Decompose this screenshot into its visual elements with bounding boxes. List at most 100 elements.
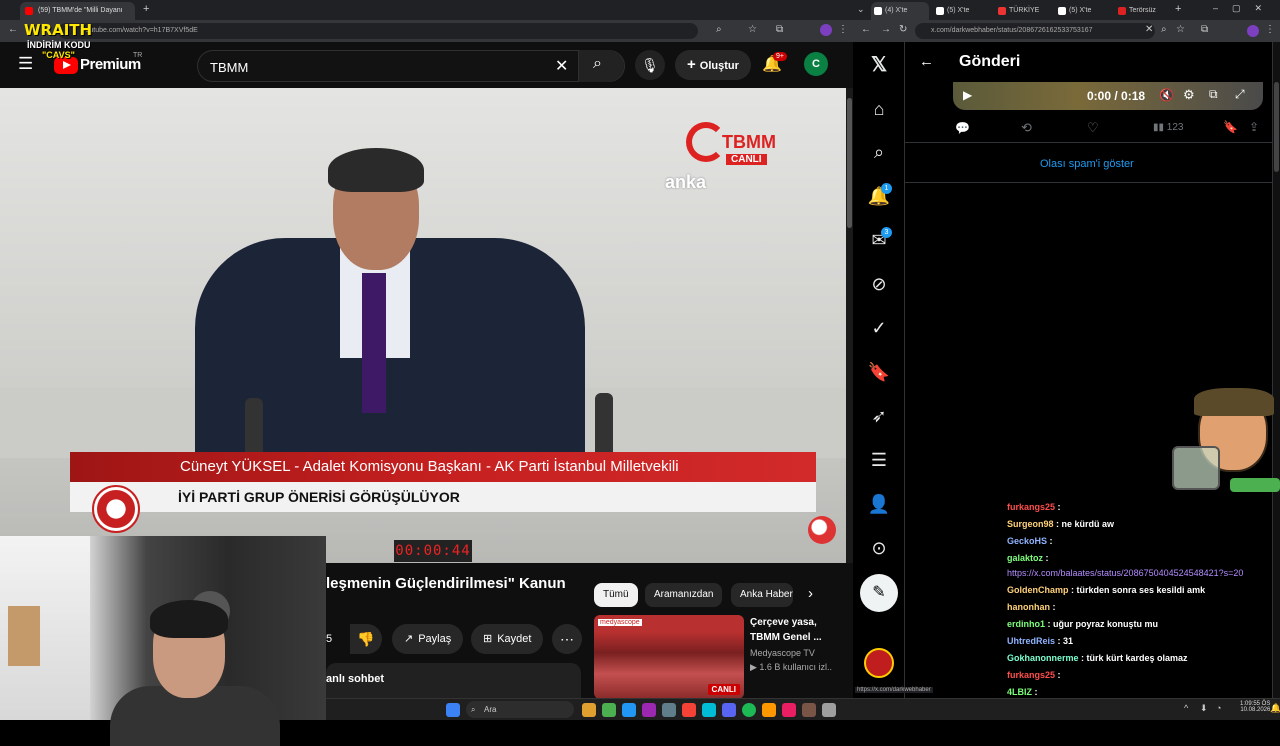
- tab-list-icon[interactable]: ⌄: [857, 4, 865, 15]
- tab-turkiye[interactable]: TÜRKİYE: [995, 2, 1051, 20]
- recommended-thumbnail[interactable]: medyascope CANLI: [594, 615, 744, 699]
- zoom-icon-right[interactable]: ⌕: [1161, 24, 1167, 35]
- clock[interactable]: 1:09:55 ÖS 10.08.2026: [1240, 701, 1270, 713]
- chrome-icon[interactable]: [602, 703, 616, 717]
- repost-icon[interactable]: ⟲: [1021, 120, 1032, 136]
- reload-icon[interactable]: ↻: [899, 24, 907, 35]
- chip-all[interactable]: Tümü: [594, 583, 638, 607]
- tab-terorsuz[interactable]: Terörsüz: [1115, 2, 1171, 20]
- fullscreen-icon[interactable]: ⤢: [1235, 87, 1245, 102]
- chat-link[interactable]: https://x.com/balaates/status/2086750404…: [1007, 568, 1243, 578]
- views-stat[interactable]: ▮▮ 123: [1153, 122, 1183, 133]
- settings-gear-icon[interactable]: ⚙: [1183, 87, 1195, 103]
- back-arrow-icon[interactable]: ←: [919, 53, 934, 70]
- jobs-rocket-icon[interactable]: ➶: [866, 403, 892, 429]
- zoom-icon[interactable]: ⌕: [716, 24, 722, 35]
- taskbar-app-4-icon[interactable]: [642, 703, 656, 717]
- search-input[interactable]: TBMM: [210, 60, 248, 75]
- extensions-icon-right[interactable]: ⧉: [1201, 24, 1208, 35]
- window-controls[interactable]: –▢✕: [1213, 3, 1276, 14]
- chip-from-search[interactable]: Aramanızdan: [645, 583, 723, 607]
- tab-x-1[interactable]: (4) X'te: [871, 2, 929, 20]
- back-icon[interactable]: ←: [8, 24, 18, 35]
- create-button[interactable]: + Oluştur: [675, 50, 751, 80]
- obs-icon[interactable]: [822, 703, 836, 717]
- pip-icon[interactable]: ⧉: [1209, 87, 1218, 102]
- lists-icon[interactable]: ☰: [866, 447, 892, 473]
- discord-icon[interactable]: [722, 703, 736, 717]
- like-heart-icon[interactable]: ♡: [1087, 120, 1099, 136]
- home-icon[interactable]: ⌂: [866, 96, 892, 122]
- menu-icon[interactable]: ⋮: [838, 24, 848, 35]
- rec-title-line2[interactable]: TBMM Genel ...: [750, 632, 822, 643]
- url-field-right[interactable]: x.com/darkwebhaber/status/20867261625337…: [915, 23, 1155, 39]
- mute-icon[interactable]: 🔇: [1159, 88, 1174, 102]
- bookmark-star-icon-right[interactable]: ☆: [1176, 24, 1185, 35]
- like-count[interactable]: 5: [326, 633, 332, 645]
- right-scrollbar[interactable]: [1273, 42, 1280, 698]
- search-box[interactable]: TBMM ✕ ⌕: [197, 50, 625, 82]
- play-icon[interactable]: ▶: [963, 88, 972, 102]
- taskbar-app-6-icon[interactable]: [682, 703, 696, 717]
- account-avatar[interactable]: C: [804, 52, 828, 76]
- save-button[interactable]: ⊞ Kaydet: [471, 624, 544, 654]
- tray-chevron-icon[interactable]: ^: [1184, 703, 1188, 713]
- grok-icon[interactable]: ⊘: [866, 271, 892, 297]
- dislike-icon[interactable]: 👎: [350, 624, 382, 654]
- profile-avatar-right[interactable]: [1247, 25, 1259, 37]
- explore-icon[interactable]: ⌕: [866, 139, 892, 165]
- x-logo-icon[interactable]: 𝕏: [866, 52, 892, 78]
- premium-logo-text[interactable]: Premium: [80, 56, 141, 73]
- more-icon[interactable]: ⊙: [866, 535, 892, 561]
- taskbar-app-7-icon[interactable]: [702, 703, 716, 717]
- search-button[interactable]: ⌕: [578, 50, 624, 82]
- clear-search-icon[interactable]: ✕: [555, 56, 568, 76]
- rec-channel[interactable]: Medyascope TV: [750, 648, 815, 658]
- new-tab-button-right[interactable]: +: [1175, 3, 1181, 15]
- tab-youtube[interactable]: (59) TBMM'de "Milli Dayanı: [20, 2, 135, 20]
- profile-avatar[interactable]: [820, 24, 832, 36]
- taskbar-app-10-icon[interactable]: [762, 703, 776, 717]
- edge-icon[interactable]: [622, 703, 636, 717]
- back-icon-right[interactable]: ←: [861, 24, 871, 35]
- start-icon[interactable]: [446, 703, 460, 717]
- notifications-center-icon[interactable]: 🔔: [1270, 703, 1280, 714]
- video-player[interactable]: TBMM CANLI anka Cüneyt YÜKSEL - Adalet K…: [0, 88, 846, 563]
- share-button[interactable]: ↗ Paylaş: [392, 624, 464, 654]
- bookmarks-icon[interactable]: 🔖: [866, 359, 892, 385]
- tab-x-3[interactable]: (5) X'te: [1055, 2, 1111, 20]
- taskbar-app-5-icon[interactable]: [662, 703, 676, 717]
- chip-anka-haber[interactable]: Anka Haber: [731, 583, 793, 607]
- verified-icon[interactable]: ✓: [866, 315, 892, 341]
- clear-url-icon[interactable]: ✕: [1145, 24, 1153, 35]
- taskbar-app-11-icon[interactable]: [782, 703, 796, 717]
- url-field[interactable]: youtube.com/watch?v=h17B7XVf5dE: [58, 23, 698, 39]
- scrollbar-thumb[interactable]: [847, 98, 852, 228]
- tray-app-icon[interactable]: ⬇: [1200, 703, 1208, 714]
- menu-icon-right[interactable]: ⋮: [1265, 24, 1275, 35]
- hamburger-menu-icon[interactable]: ☰: [18, 54, 33, 74]
- compose-post-button[interactable]: ✎: [860, 574, 898, 612]
- forward-icon[interactable]: →: [881, 24, 891, 35]
- embedded-video[interactable]: ▶ 0:00 / 0:18 🔇 ⚙ ⧉ ⤢: [953, 82, 1263, 110]
- voice-search-icon[interactable]: 🎙: [635, 50, 665, 80]
- right-scrollbar-thumb[interactable]: [1274, 82, 1279, 172]
- share-icon-x[interactable]: ⇪: [1249, 120, 1259, 134]
- user-avatar[interactable]: [864, 648, 894, 678]
- taskbar-search[interactable]: ⌕ Ara: [466, 701, 574, 718]
- new-tab-button[interactable]: +: [143, 3, 149, 15]
- bookmark-star-icon[interactable]: ☆: [748, 24, 757, 35]
- show-spam-link[interactable]: Olası spam'i göster: [1040, 158, 1134, 170]
- taskbar-app-1-icon[interactable]: [582, 703, 596, 717]
- more-actions-icon[interactable]: ⋯: [552, 624, 582, 654]
- extensions-icon[interactable]: ⧉: [776, 24, 783, 35]
- rec-title-line1[interactable]: Çerçeve yasa,: [750, 617, 817, 628]
- taskbar-app-12-icon[interactable]: [802, 703, 816, 717]
- wifi-icon[interactable]: ◔: [1216, 703, 1221, 713]
- chips-next-icon[interactable]: ›: [808, 585, 813, 602]
- spotify-icon[interactable]: [742, 703, 756, 717]
- tab-x-2[interactable]: (5) X'te: [933, 2, 989, 20]
- bookmark-icon[interactable]: 🔖: [1223, 120, 1238, 134]
- reply-icon[interactable]: 💬: [955, 121, 970, 135]
- profile-icon[interactable]: 👤: [866, 491, 892, 517]
